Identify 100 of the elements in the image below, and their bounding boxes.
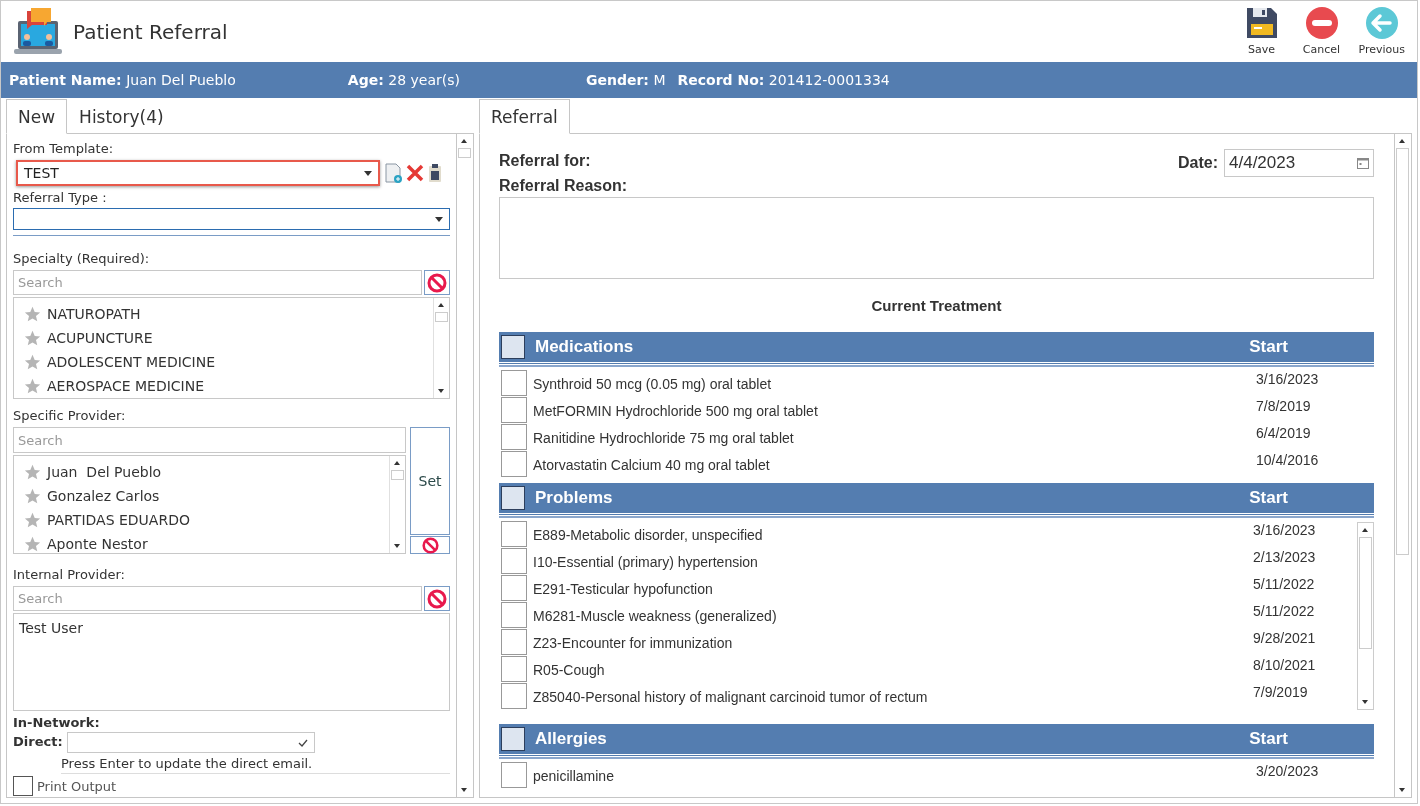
scrollbar[interactable] xyxy=(389,456,405,553)
table-cell-text: 5/11/2022 xyxy=(1253,602,1316,619)
set-button[interactable]: Set xyxy=(410,427,450,535)
checkbox[interactable] xyxy=(13,776,33,796)
checkbox[interactable] xyxy=(501,628,527,655)
referral-type-dropdown[interactable] xyxy=(13,208,450,230)
toolbar-button[interactable]: Cancel xyxy=(1298,7,1345,56)
section-title: Current Treatment xyxy=(871,297,1002,314)
clear-button[interactable] xyxy=(424,586,450,611)
checkbox[interactable] xyxy=(501,423,527,450)
table-cell-text: 2/13/2023 xyxy=(1253,548,1317,565)
patient-field: Age: 28 year(s) xyxy=(347,72,460,88)
checkbox[interactable] xyxy=(501,450,527,477)
checkbox[interactable] xyxy=(501,655,527,682)
clear-button[interactable] xyxy=(410,536,450,554)
table-cell: E889-Metabolic disorder, unspecified xyxy=(533,527,763,543)
table-cell-text: 6/4/2019 xyxy=(1256,424,1312,441)
clipboard-icon[interactable] xyxy=(428,163,442,183)
checkbox[interactable] xyxy=(501,682,527,709)
checkbox[interactable] xyxy=(501,574,527,601)
toolbar-button[interactable]: Save xyxy=(1238,7,1285,56)
checkbox[interactable] xyxy=(501,369,527,396)
check-icon xyxy=(297,738,308,747)
field-label: In-Network: xyxy=(13,715,101,730)
star-icon xyxy=(24,463,41,481)
field-label: Referral for: xyxy=(499,152,591,170)
star-icon xyxy=(24,305,41,323)
list-item[interactable]: ACUPUNCTURE xyxy=(14,326,433,350)
list-item[interactable]: NATUROPATH xyxy=(14,302,433,326)
table-cell-text: 3/16/2023 xyxy=(1253,521,1317,538)
tab[interactable]: Referral xyxy=(479,99,570,134)
toolbar-button[interactable]: Previous xyxy=(1358,7,1405,56)
scrollbar[interactable] xyxy=(1394,134,1410,797)
table-cell-text: 3/20/2023 xyxy=(1256,762,1320,779)
tab[interactable]: New xyxy=(6,99,68,134)
list-item[interactable]: Test User xyxy=(19,620,444,636)
table-cell: penicillamine xyxy=(533,768,614,784)
patient-field: Patient Name: Juan Del Pueblo xyxy=(9,72,236,88)
direct-email-field[interactable] xyxy=(66,732,315,753)
scrollbar[interactable] xyxy=(1357,522,1374,710)
select-all-checkbox[interactable] xyxy=(501,727,525,751)
select-all-checkbox[interactable] xyxy=(501,335,525,359)
list-item[interactable]: ADOLESCENT MEDICINE xyxy=(14,350,433,374)
column-header: Start xyxy=(1249,488,1288,508)
column-header: Start xyxy=(1249,337,1288,357)
checkbox[interactable] xyxy=(501,761,527,788)
prohibited-icon xyxy=(427,588,447,609)
table-cell: Z23-Encounter for immunization xyxy=(533,635,733,651)
table-cell: Z85040-Personal history of malignant carcinoid tumor of rectum xyxy=(533,689,928,705)
checkbox[interactable] xyxy=(501,520,527,547)
table-cell: R05-Cough xyxy=(533,662,605,678)
star-icon xyxy=(24,329,41,347)
table-cell: MetFORMIN Hydrochloride 500 mg oral tablet xyxy=(533,403,818,419)
checkbox[interactable] xyxy=(501,396,527,423)
template-dropdown[interactable]: TEST xyxy=(16,160,380,186)
caret-icon xyxy=(364,170,372,176)
table-cell-text: 9/28/2021 xyxy=(1253,629,1317,646)
delete-icon[interactable] xyxy=(406,164,424,182)
list-item[interactable]: Gonzalez Carlos xyxy=(14,484,389,508)
document-add-icon[interactable] xyxy=(384,163,402,183)
checkbox[interactable] xyxy=(501,547,527,574)
section-name: Medications xyxy=(535,337,634,357)
list-item[interactable]: Aponte Nestor xyxy=(14,532,389,556)
search-field[interactable]: Search xyxy=(13,270,422,295)
table-cell-text: 7/9/2019 xyxy=(1253,683,1309,700)
hint-text: Press Enter to update the direct email. xyxy=(61,756,450,774)
star-icon xyxy=(24,353,41,371)
star-icon xyxy=(24,377,41,395)
table-cell: Ranitidine Hydrochloride 75 mg oral tablet xyxy=(533,430,794,446)
column-header: Start xyxy=(1249,729,1288,749)
list-item[interactable]: AEROSPACE MEDICINE xyxy=(14,374,433,398)
list-item[interactable]: Juan Del Pueblo xyxy=(14,460,389,484)
search-field[interactable]: Search xyxy=(13,586,422,611)
star-icon xyxy=(24,535,41,553)
search-field[interactable]: Search xyxy=(13,427,406,453)
table-cell-text: 7/8/2019 xyxy=(1256,397,1312,414)
field-label: Specialty (Required): xyxy=(13,250,151,267)
field-label: Referral Reason: xyxy=(499,177,629,195)
section-name: Problems xyxy=(535,488,613,508)
checkbox-label: Print Output xyxy=(37,778,117,794)
scrollbar[interactable] xyxy=(433,298,449,398)
patient-field: Gender: M xyxy=(585,72,666,88)
reason-text-area[interactable] xyxy=(499,197,1374,279)
field-label: Date: xyxy=(1178,154,1218,172)
select-all-checkbox[interactable] xyxy=(501,486,525,510)
checkbox[interactable] xyxy=(501,601,527,628)
table-cell: I10-Essential (primary) hypertension xyxy=(533,554,758,570)
star-icon xyxy=(24,487,41,505)
list-item[interactable]: PARTIDAS EDUARDO xyxy=(14,508,389,532)
clear-button[interactable] xyxy=(424,270,450,295)
laptop-chat-icon xyxy=(13,6,63,57)
date-field[interactable]: 4/4/2023 xyxy=(1224,149,1374,177)
prohibited-icon xyxy=(421,536,439,554)
calendar-icon xyxy=(1357,157,1369,169)
tab[interactable]: History(4) xyxy=(67,99,176,134)
scrollbar[interactable] xyxy=(456,134,472,797)
patient-field: Record No: 201412-0001334 xyxy=(677,72,890,88)
field-label: Specific Provider: xyxy=(13,407,127,424)
table-cell-text: 3/16/2023 xyxy=(1256,370,1320,387)
window-title: Patient Referral xyxy=(73,19,228,44)
